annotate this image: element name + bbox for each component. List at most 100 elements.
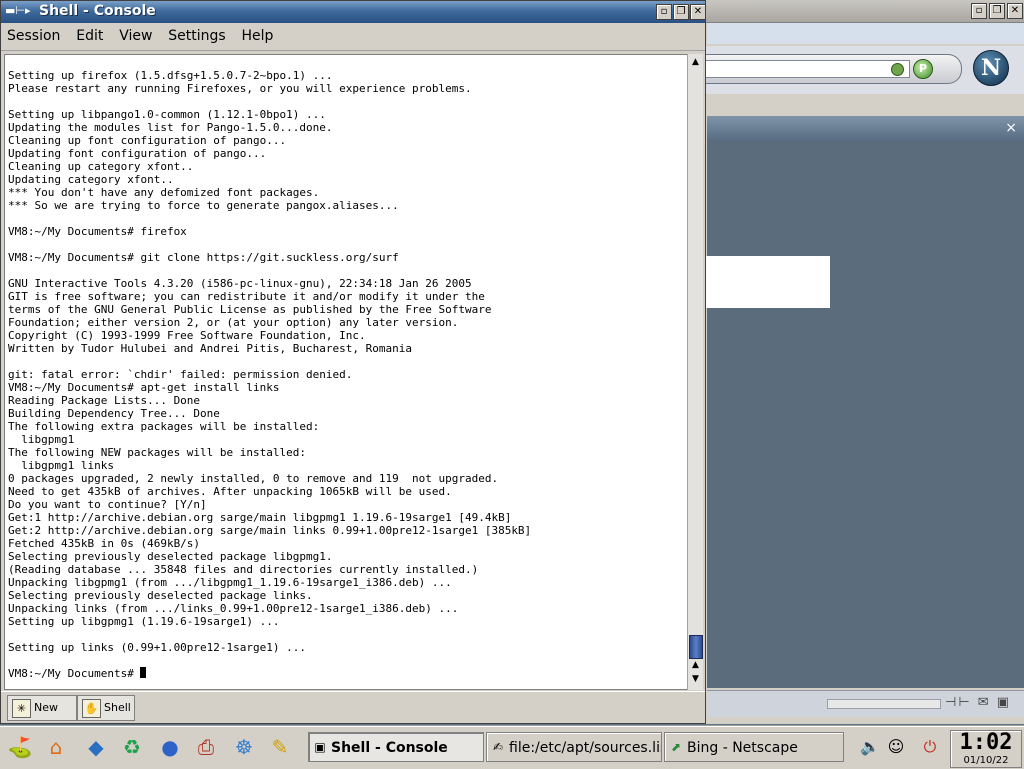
- netscape-window: ▫ ❐ ✕ P N × ⊣⊢ ✉ ▣: [700, 0, 1024, 724]
- menubar: Session Edit View Settings Help: [1, 24, 705, 51]
- terminal-line: Unpacking libgpmg1 (from .../libgpmg1_1.…: [8, 576, 452, 589]
- terminal-line: Unpacking links (from .../links_0.99+1.0…: [8, 602, 459, 615]
- network-icon[interactable]: ♻: [116, 731, 148, 763]
- printer-icon[interactable]: ⎙: [190, 731, 222, 763]
- netscape-titlebar[interactable]: ▫ ❐ ✕: [701, 0, 1024, 23]
- terminal-line: *** You don't have any defomized font pa…: [8, 186, 320, 199]
- scroll-up-icon[interactable]: ▲: [689, 56, 702, 69]
- terminal-line: VM8:~/My Documents# firefox: [8, 225, 187, 238]
- terminal-line: Cleaning up category xfont..: [8, 160, 194, 173]
- terminal-line: Copyright (C) 1993-1999 Free Software Fo…: [8, 329, 366, 342]
- task-netscape[interactable]: ⬈ Bing - Netscape: [664, 732, 844, 762]
- console-window: ▬⊢▸ Shell - Console ▫ ❐ ✕ Session Edit V…: [0, 0, 706, 724]
- terminal-line: Updating category xfont..: [8, 173, 174, 186]
- terminal-prompt[interactable]: VM8:~/My Documents#: [8, 667, 531, 680]
- package-icon[interactable]: ◆: [80, 731, 112, 763]
- terminal-line: Setting up libgpmg1 (1.19.6-19sarge1) ..…: [8, 615, 280, 628]
- task-label: Bing - Netscape: [687, 740, 798, 756]
- menu-help[interactable]: Help: [236, 24, 280, 44]
- power-icon[interactable]: ⏻: [916, 732, 944, 762]
- netscape-menubar: [707, 23, 1024, 44]
- terminal-line: Cleaning up font configuration of pango.…: [8, 134, 287, 147]
- terminal-line: libgpmg1: [8, 433, 75, 446]
- sidebar-close-icon[interactable]: ×: [1005, 120, 1017, 136]
- terminal-line: The following NEW packages will be insta…: [8, 446, 307, 459]
- security-icon: [891, 63, 904, 76]
- minimize-icon[interactable]: ▫: [656, 4, 672, 20]
- terminal-line: VM8:~/My Documents# apt-get install link…: [8, 381, 280, 394]
- scroll-up-icon[interactable]: ▲: [689, 659, 702, 672]
- scroll-down-icon[interactable]: ▼: [689, 673, 702, 686]
- netscape-content: [707, 142, 1024, 688]
- terminal-line: 0 packages upgraded, 2 newly installed, …: [8, 472, 499, 485]
- terminal-line: Setting up links (0.99+1.00pre12-1sarge1…: [8, 641, 307, 654]
- clock[interactable]: 1:02 01/10/22: [950, 730, 1022, 768]
- maximize-icon[interactable]: ❐: [673, 4, 689, 20]
- terminal-line: Fetched 435kB in 0s (469kB/s): [8, 537, 201, 550]
- terminal-line: Written by Tudor Hulubei and Andrei Piti…: [8, 342, 412, 355]
- maximize-icon[interactable]: ❐: [989, 3, 1005, 19]
- task-label: file:/etc/apt/sources.list: [509, 740, 662, 756]
- task-sources-list[interactable]: ✍ file:/etc/apt/sources.list: [486, 732, 662, 762]
- go-icon[interactable]: P: [913, 59, 933, 79]
- terminal-line: GIT is free software; you can redistribu…: [8, 290, 485, 303]
- terminal-line: (Reading database ... 35848 files and di…: [8, 563, 479, 576]
- terminal-line: libgpmg1 links: [8, 459, 114, 472]
- browser-icon[interactable]: ●: [154, 731, 186, 763]
- sidebar-header: ×: [707, 116, 1024, 142]
- terminal-icon: ▣: [314, 740, 326, 754]
- minimize-icon[interactable]: ▫: [971, 3, 987, 19]
- vertical-scrollbar[interactable]: ▲ ▲ ▼: [687, 54, 703, 690]
- terminal-line: Updating font configuration of pango...: [8, 147, 267, 160]
- editor-icon[interactable]: ✎: [264, 731, 296, 763]
- tab-shell[interactable]: ✋ Shell: [77, 695, 135, 721]
- terminal-line: GNU Interactive Tools 4.3.20 (i586-pc-li…: [8, 277, 472, 290]
- kde-menu-icon[interactable]: ⛳: [4, 731, 36, 763]
- new-session-icon: ✳: [12, 699, 31, 718]
- file-icon: ✍: [492, 740, 504, 754]
- menu-session[interactable]: Session: [1, 24, 66, 44]
- terminal-line: Updating the modules list for Pango-1.5.…: [8, 121, 333, 134]
- close-icon[interactable]: ✕: [1007, 3, 1023, 19]
- tab-label: New: [34, 701, 58, 714]
- terminal-output[interactable]: Setting up firefox (1.5.dfsg+1.5.0.7-2~b…: [4, 54, 688, 690]
- terminal-line: Need to get 435kB of archives. After unp…: [8, 485, 452, 498]
- terminal-line: Selecting previously deselected package …: [8, 589, 313, 602]
- url-input[interactable]: [701, 60, 910, 78]
- netscape-url-bar[interactable]: P: [701, 54, 962, 84]
- scroll-thumb[interactable]: [689, 635, 703, 659]
- user-icon[interactable]: ☺: [882, 732, 910, 762]
- terminal-line: *** So we are trying to force to generat…: [8, 199, 399, 212]
- text-cursor: [140, 667, 147, 678]
- terminal-line: Get:1 http://archive.debian.org sarge/ma…: [8, 511, 512, 524]
- session-tabbar: ✳ New ✋ Shell: [1, 691, 705, 722]
- close-icon[interactable]: ✕: [690, 4, 706, 20]
- menu-settings[interactable]: Settings: [162, 24, 231, 44]
- progress-bar: [827, 699, 941, 709]
- terminal-line: Get:2 http://archive.debian.org sarge/ma…: [8, 524, 532, 537]
- menu-view[interactable]: View: [113, 24, 158, 44]
- netscape-logo-icon: N: [973, 50, 1009, 86]
- tab-new[interactable]: ✳ New: [7, 695, 77, 721]
- prompt-text: VM8:~/My Documents#: [8, 667, 141, 680]
- netscape-icon: ⬈: [670, 740, 682, 754]
- terminal-line: Setting up libpango1.0-common (1.12.1-0b…: [8, 108, 326, 121]
- menu-edit[interactable]: Edit: [70, 24, 109, 44]
- window-menu-icon[interactable]: ▬⊢▸: [5, 4, 31, 17]
- terminal-line: Reading Package Lists... Done: [8, 394, 201, 407]
- console-titlebar[interactable]: ▬⊢▸ Shell - Console ▫ ❐ ✕: [1, 1, 706, 23]
- clock-time: 1:02: [959, 730, 1013, 755]
- task-console[interactable]: ▣ Shell - Console: [308, 732, 484, 762]
- shell-icon: ✋: [82, 699, 101, 718]
- accessibility-icon[interactable]: ☸: [228, 731, 260, 763]
- netscape-statusbar: ⊣⊢ ✉ ▣: [707, 690, 1024, 717]
- taskbar: ⛳ ⌂ ◆ ♻ ● ⎙ ☸ ✎ ▣ Shell - Console ✍ file…: [0, 726, 1024, 769]
- volume-icon[interactable]: 🔈: [856, 732, 884, 762]
- home-icon[interactable]: ⌂: [40, 731, 72, 763]
- status-icons: ⊣⊢ ✉ ▣: [945, 695, 1012, 710]
- terminal-line: Please restart any running Firefoxes, or…: [8, 82, 472, 95]
